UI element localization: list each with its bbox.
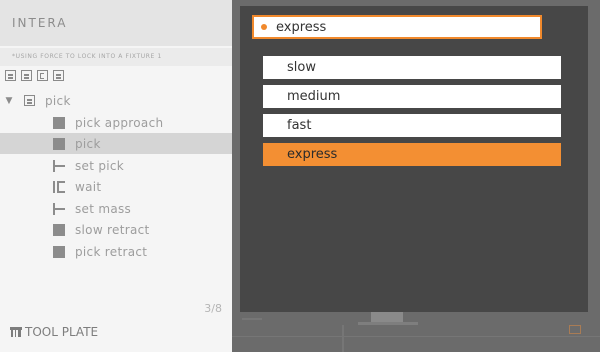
tree-parent-pick[interactable]: ▼ pick (0, 90, 232, 111)
tree-item-label: pick retract (75, 244, 148, 259)
page-counter: 3/8 (204, 302, 222, 315)
app-title: INTERA (12, 16, 68, 30)
monitor-icon[interactable] (569, 325, 581, 334)
chevron-down-icon[interactable]: ▼ (4, 96, 14, 106)
tree-item-label: set pick (75, 158, 125, 173)
grid-line (232, 336, 600, 337)
task-subtitle: *USING FORCE TO LOCK INTO A FIXTURE 1 (12, 53, 162, 60)
robot-base (371, 312, 403, 322)
speed-option-express[interactable]: express (263, 143, 561, 166)
tree-item-label: pick (75, 136, 101, 151)
selected-dot-icon (261, 24, 267, 30)
collapse-icon[interactable] (37, 70, 48, 81)
sequence-icon (24, 95, 35, 106)
move-icon (53, 245, 65, 258)
tree-item[interactable]: set mass (0, 198, 232, 219)
tool-plate-label: TOOL PLATE (25, 325, 99, 339)
tool-plate-icon (10, 327, 22, 337)
speed-dropdown-value: express (276, 19, 327, 35)
grid-line (242, 318, 262, 320)
speed-option-fast[interactable]: fast (263, 114, 561, 137)
tree-item[interactable]: pick approach (0, 112, 232, 133)
tree-item-label: set mass (75, 201, 132, 216)
tree-item-label: wait (75, 179, 102, 194)
set-icon (53, 202, 65, 215)
tree-item[interactable]: pick retract (0, 241, 232, 262)
grid-line (342, 325, 344, 352)
list-icon[interactable] (53, 70, 64, 81)
tree-item[interactable]: slow retract (0, 219, 232, 240)
app-header: INTERA (0, 0, 232, 46)
tree-item[interactable]: pick (0, 133, 232, 154)
speed-option-slow[interactable]: slow (263, 56, 561, 79)
wait-icon (53, 180, 65, 193)
task-subtitle-bar: *USING FORCE TO LOCK INTO A FIXTURE 1 (0, 48, 232, 66)
speed-option-medium[interactable]: medium (263, 85, 561, 108)
move-icon (53, 137, 65, 150)
robot-base-plate (358, 322, 418, 325)
move-icon (53, 116, 65, 129)
tree-parent-label: pick (45, 93, 71, 108)
list-icon[interactable] (21, 70, 32, 81)
tree-item[interactable]: set pick (0, 155, 232, 176)
set-icon (53, 159, 65, 172)
tree-item-label: pick approach (75, 115, 164, 130)
list-icon[interactable] (5, 70, 16, 81)
tree-item[interactable]: wait (0, 176, 232, 197)
tool-plate-button[interactable]: TOOL PLATE (10, 325, 98, 339)
speed-dropdown[interactable]: express (252, 15, 542, 39)
tree-item-label: slow retract (75, 222, 150, 237)
left-panel: INTERA *USING FORCE TO LOCK INTO A FIXTU… (0, 0, 232, 352)
tree-toolbar (5, 70, 64, 84)
move-icon (53, 223, 65, 236)
